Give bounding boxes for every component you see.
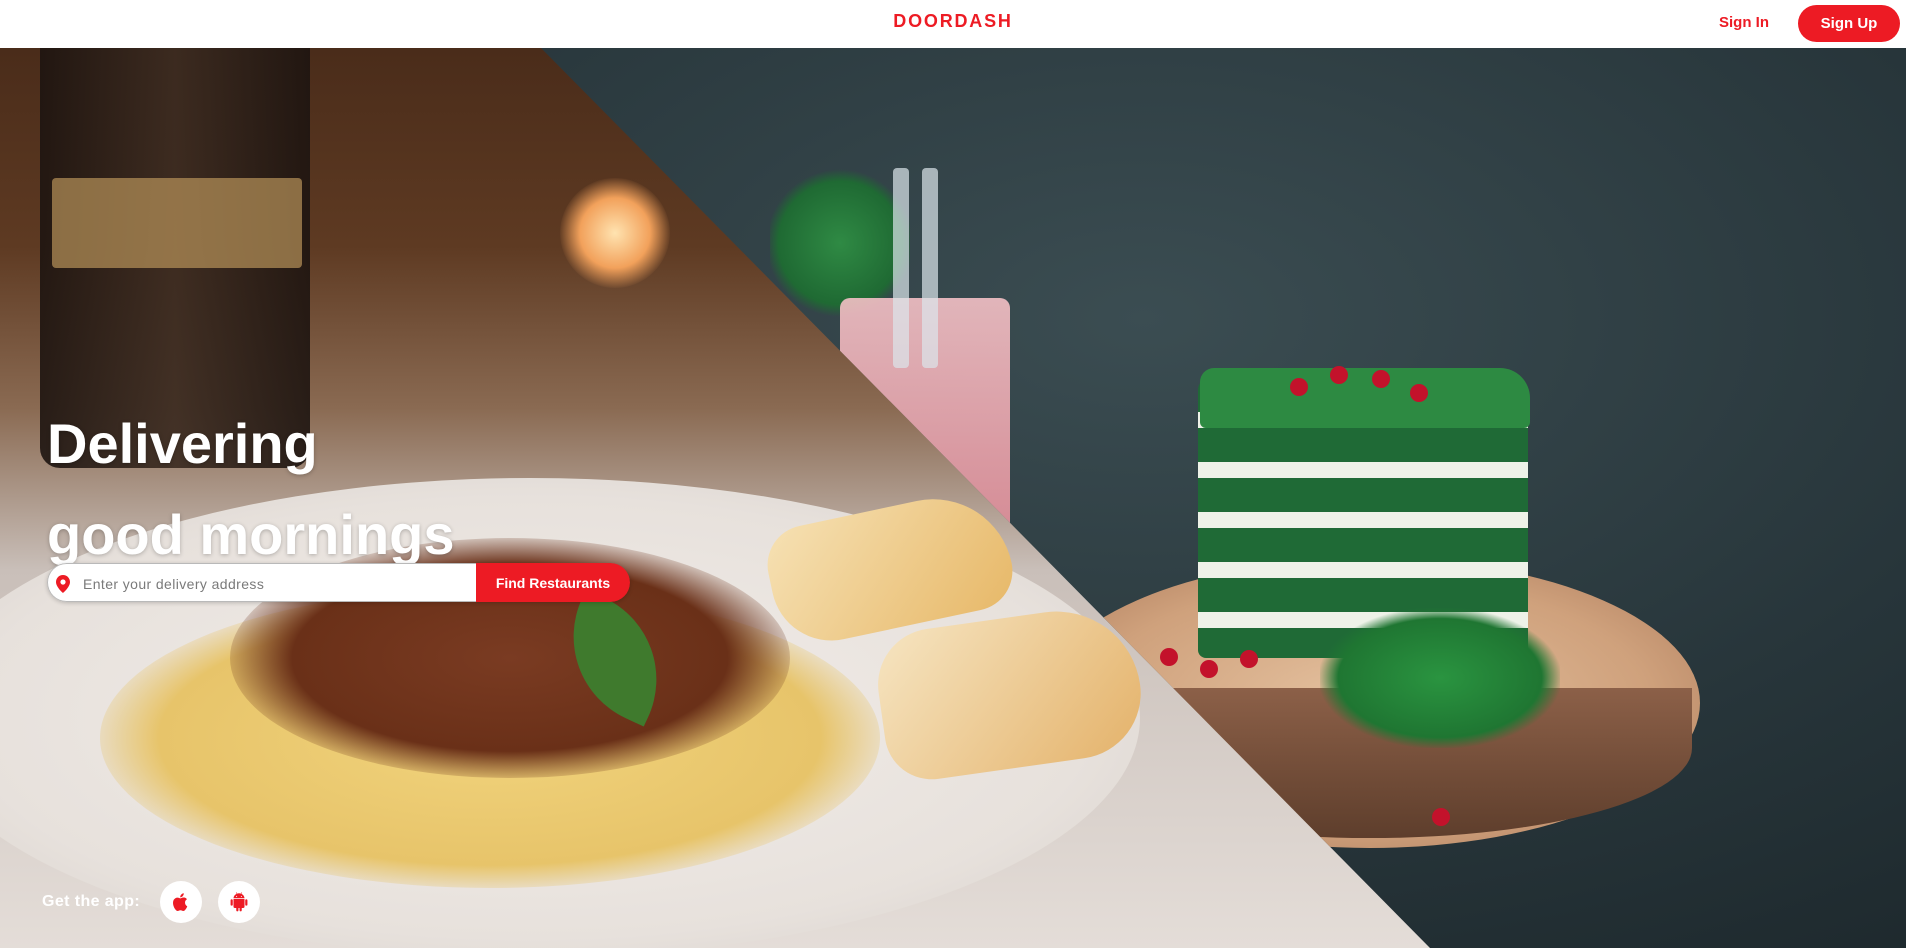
android-icon (230, 892, 248, 912)
sign-up-button[interactable]: Sign Up (1798, 5, 1900, 42)
candle-glow-image (560, 178, 670, 288)
address-field-wrapper (47, 563, 476, 602)
location-pin-icon (56, 575, 70, 593)
address-search-bar: Find Restaurants (47, 563, 630, 602)
pomegranate-seed (1200, 660, 1218, 678)
top-nav: DOORDASH Sign In Sign Up (0, 0, 1906, 48)
pomegranate-seed (1160, 648, 1178, 666)
pomegranate-seed (1372, 370, 1390, 388)
android-app-button[interactable] (218, 881, 260, 923)
pomegranate-seed (1330, 366, 1348, 384)
get-app-label: Get the app: (42, 893, 141, 910)
find-restaurants-button[interactable]: Find Restaurants (476, 563, 630, 602)
pomegranate-seed (1290, 378, 1308, 396)
spinach-image (1320, 608, 1560, 748)
mint-image (770, 168, 910, 318)
hero-banner: Delivering good mornings Find Restaurant… (0, 48, 1906, 948)
pomegranate-seed (1410, 384, 1428, 402)
apple-icon (173, 893, 188, 911)
brand-logo[interactable]: DOORDASH (893, 11, 1012, 32)
hero-headline: Delivering good mornings (47, 398, 455, 580)
pomegranate-seed (1240, 650, 1258, 668)
delivery-address-input[interactable] (81, 564, 470, 602)
headline-line-1: Delivering (47, 412, 318, 475)
cake-top-image (1200, 368, 1530, 428)
headline-line-2: good mornings (47, 503, 455, 566)
ios-app-button[interactable] (160, 881, 202, 923)
straw-image (893, 168, 909, 368)
straw-image (922, 168, 938, 368)
pomegranate-seed (1432, 808, 1450, 826)
bottle-label-image (52, 178, 302, 268)
sign-in-link[interactable]: Sign In (1719, 14, 1769, 31)
